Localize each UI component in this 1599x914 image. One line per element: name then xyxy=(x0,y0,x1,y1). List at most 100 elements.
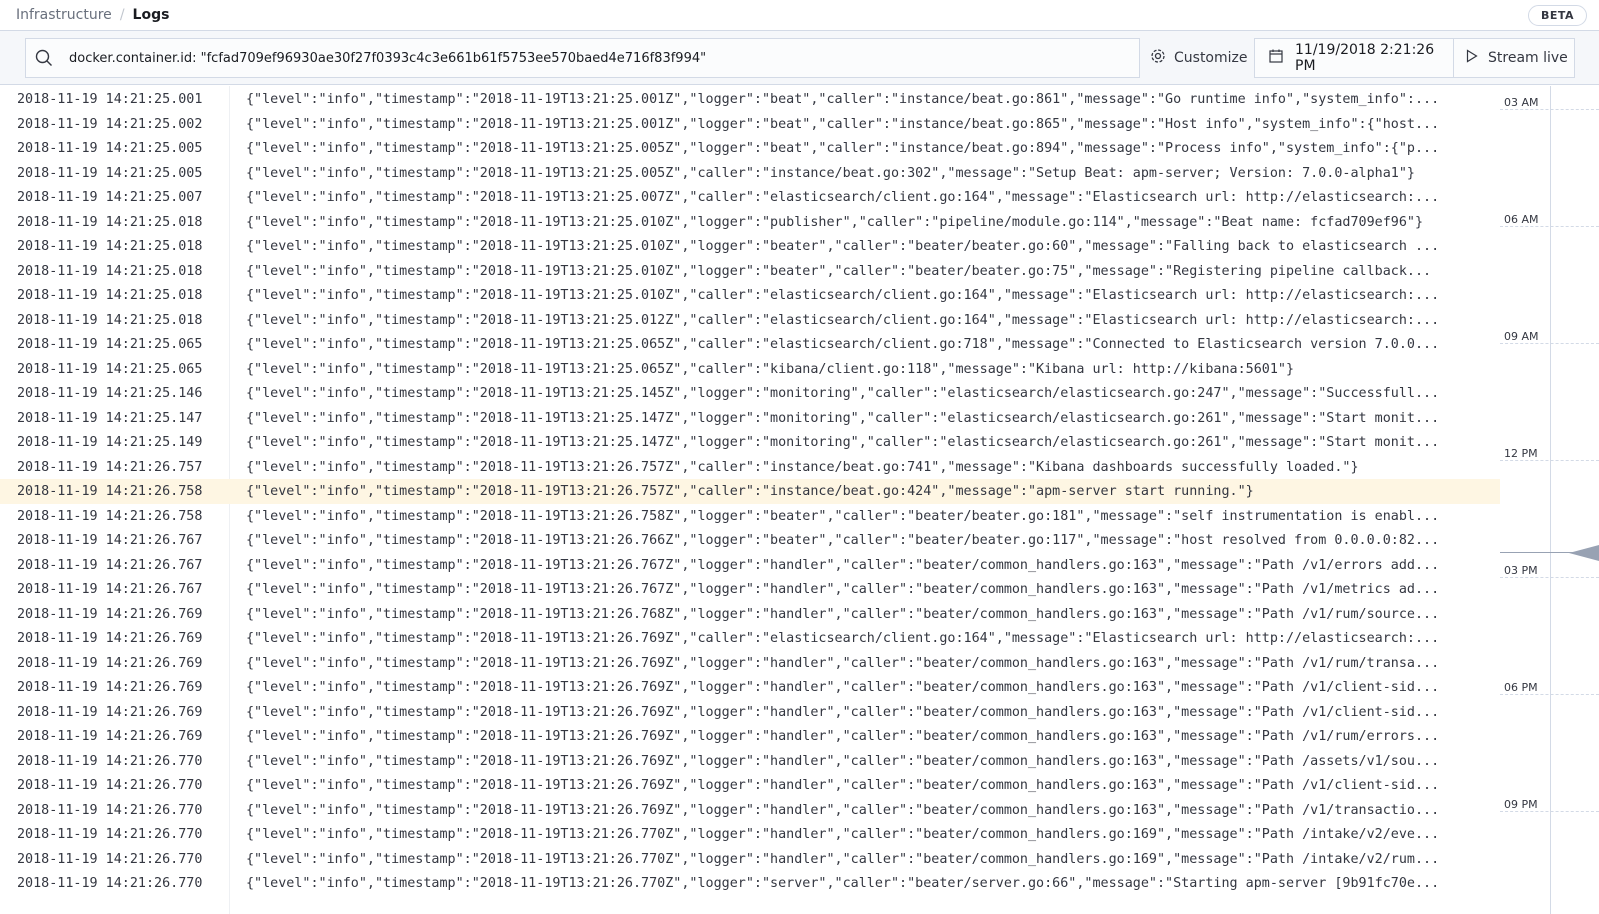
log-message: {"level":"info","timestamp":"2018-11-19T… xyxy=(246,533,1440,548)
log-timestamp: 2018-11-19 14:21:26.769 xyxy=(17,704,203,720)
log-row[interactable]: 2018-11-19 14:21:26.769 {"level":"info","… xyxy=(0,626,1500,651)
log-row[interactable]: 2018-11-19 14:21:25.065 {"level":"info","… xyxy=(0,357,1500,382)
log-row[interactable]: 2018-11-19 14:21:26.770 {"level":"info","… xyxy=(0,822,1500,847)
customize-button[interactable]: Customize xyxy=(1150,38,1248,78)
beta-badge: BETA xyxy=(1527,5,1587,26)
log-message: {"level":"info","timestamp":"2018-11-19T… xyxy=(246,876,1440,891)
date-picker[interactable]: 11/19/2018 2:21:26 PM xyxy=(1254,38,1454,78)
log-message: {"level":"info","timestamp":"2018-11-19T… xyxy=(246,753,1440,769)
log-row[interactable]: 2018-11-19 14:21:25.005 {"level":"info","… xyxy=(0,161,1500,186)
log-row[interactable]: 2018-11-19 14:21:25.002 {"level":"info","… xyxy=(0,112,1500,137)
log-row[interactable]: 2018-11-19 14:21:26.767 {"level":"info","… xyxy=(0,528,1500,553)
log-timestamp: 2018-11-19 14:21:26.769 xyxy=(17,680,203,695)
stream-live-label: Stream live xyxy=(1488,50,1568,66)
log-row-highlighted[interactable]: 2018-11-19 14:21:26.758 {"level":"info","… xyxy=(0,479,1500,504)
log-timestamp: 2018-11-19 14:21:25.149 xyxy=(17,435,203,450)
log-row[interactable]: 2018-11-19 14:21:25.018 {"level":"info","… xyxy=(0,259,1500,284)
log-timestamp: 2018-11-19 14:21:25.018 xyxy=(17,214,203,230)
log-row[interactable]: 2018-11-19 14:21:25.018 {"level":"info","… xyxy=(0,308,1500,333)
log-row[interactable]: 2018-11-19 14:21:26.770 {"level":"info","… xyxy=(0,871,1500,896)
log-message: {"level":"info","timestamp":"2018-11-19T… xyxy=(246,655,1440,671)
customize-label: Customize xyxy=(1174,50,1248,66)
log-timestamp: 2018-11-19 14:21:26.769 xyxy=(17,606,203,622)
log-message: {"level":"info","timestamp":"2018-11-19T… xyxy=(246,729,1440,744)
log-timestamp: 2018-11-19 14:21:26.770 xyxy=(17,876,203,891)
log-row[interactable]: 2018-11-19 14:21:26.757 {"level":"info","… xyxy=(0,455,1500,480)
log-timestamp: 2018-11-19 14:21:25.018 xyxy=(17,312,203,328)
log-row[interactable]: 2018-11-19 14:21:25.007 {"level":"info","… xyxy=(0,185,1500,210)
log-message: {"level":"info","timestamp":"2018-11-19T… xyxy=(246,778,1440,793)
minimap-axis xyxy=(1550,86,1551,914)
log-timestamp: 2018-11-19 14:21:26.770 xyxy=(17,851,203,867)
log-timestamp: 2018-11-19 14:21:25.065 xyxy=(17,361,203,377)
log-row[interactable]: 2018-11-19 14:21:26.767 {"level":"info","… xyxy=(0,553,1500,578)
log-row[interactable]: 2018-11-19 14:21:26.770 {"level":"info","… xyxy=(0,749,1500,774)
breadcrumb-infrastructure[interactable]: Infrastructure xyxy=(16,7,112,23)
log-row[interactable]: 2018-11-19 14:21:25.005 {"level":"info","… xyxy=(0,136,1500,161)
search-query-text: docker.container.id: "fcfad709ef96930ae3… xyxy=(69,50,707,66)
log-message: {"level":"info","timestamp":"2018-11-19T… xyxy=(246,141,1440,156)
log-message: {"level":"info","timestamp":"2018-11-19T… xyxy=(246,802,1440,818)
log-row[interactable]: 2018-11-19 14:21:25.018 {"level":"info","… xyxy=(0,234,1500,259)
log-row[interactable]: 2018-11-19 14:21:26.770 {"level":"info","… xyxy=(0,773,1500,798)
log-stream[interactable]: 2018-11-19 14:21:25.001 {"level":"info","… xyxy=(0,86,1500,914)
log-row[interactable]: 2018-11-19 14:21:26.769 {"level":"info","… xyxy=(0,602,1500,627)
log-timestamp: 2018-11-19 14:21:25.065 xyxy=(17,337,203,352)
log-timestamp: 2018-11-19 14:21:26.758 xyxy=(17,508,203,524)
log-row[interactable]: 2018-11-19 14:21:26.769 {"level":"info","… xyxy=(0,724,1500,749)
log-timestamp: 2018-11-19 14:21:25.007 xyxy=(17,190,203,205)
log-row[interactable]: 2018-11-19 14:21:25.065 {"level":"info","… xyxy=(0,332,1500,357)
log-timestamp: 2018-11-19 14:21:26.769 xyxy=(17,655,203,671)
play-icon xyxy=(1454,49,1488,67)
log-message: {"level":"info","timestamp":"2018-11-19T… xyxy=(246,337,1440,352)
breadcrumb-separator: / xyxy=(119,7,125,23)
minimap-tick-label: 12 PM xyxy=(1504,447,1538,460)
minimap-gridline xyxy=(1500,109,1599,110)
minimap-gridline xyxy=(1500,694,1599,695)
log-row[interactable]: 2018-11-19 14:21:25.146 {"level":"info","… xyxy=(0,381,1500,406)
log-timestamp: 2018-11-19 14:21:25.018 xyxy=(17,263,203,279)
log-timestamp: 2018-11-19 14:21:25.146 xyxy=(17,386,203,401)
log-row[interactable]: 2018-11-19 14:21:25.018 {"level":"info","… xyxy=(0,210,1500,235)
log-row[interactable]: 2018-11-19 14:21:25.149 {"level":"info","… xyxy=(0,430,1500,455)
breadcrumb-logs: Logs xyxy=(132,7,170,23)
log-row[interactable]: 2018-11-19 14:21:26.769 {"level":"info","… xyxy=(0,651,1500,676)
date-value: 11/19/2018 2:21:26 PM xyxy=(1295,42,1435,74)
log-message: {"level":"info","timestamp":"2018-11-19T… xyxy=(246,606,1440,622)
log-timestamp: 2018-11-19 14:21:26.767 xyxy=(17,533,203,548)
log-message: {"level":"info","timestamp":"2018-11-19T… xyxy=(246,459,1359,475)
log-row[interactable]: 2018-11-19 14:21:26.770 {"level":"info","… xyxy=(0,798,1500,823)
log-timestamp: 2018-11-19 14:21:26.767 xyxy=(17,557,203,573)
log-row[interactable]: 2018-11-19 14:21:25.001 {"level":"info","… xyxy=(0,87,1500,112)
log-row[interactable]: 2018-11-19 14:21:26.769 {"level":"info","… xyxy=(0,700,1500,725)
minimap-gridline xyxy=(1500,811,1599,812)
log-row[interactable]: 2018-11-19 14:21:25.147 {"level":"info","… xyxy=(0,406,1500,431)
log-minimap[interactable]: 03 AM 06 AM 09 AM 12 PM 03 PM 06 PM 09 PM xyxy=(1500,86,1599,914)
minimap-tick-label: 03 AM xyxy=(1504,96,1539,109)
log-timestamp: 2018-11-19 14:21:26.770 xyxy=(17,778,203,793)
log-timestamp: 2018-11-19 14:21:25.018 xyxy=(17,239,203,254)
log-timestamp: 2018-11-19 14:21:25.002 xyxy=(17,116,203,132)
log-message: {"level":"info","timestamp":"2018-11-19T… xyxy=(246,288,1440,303)
log-message: {"level":"info","timestamp":"2018-11-19T… xyxy=(246,508,1440,524)
calendar-icon xyxy=(1255,49,1295,67)
minimap-gridline xyxy=(1500,577,1599,578)
log-timestamp: 2018-11-19 14:21:25.018 xyxy=(17,288,203,303)
log-message: {"level":"info","timestamp":"2018-11-19T… xyxy=(246,263,1432,279)
log-row[interactable]: 2018-11-19 14:21:26.770 {"level":"info","… xyxy=(0,847,1500,872)
log-message: {"level":"info","timestamp":"2018-11-19T… xyxy=(246,631,1440,646)
search-input[interactable]: docker.container.id: "fcfad709ef96930ae3… xyxy=(25,38,1140,78)
gear-icon xyxy=(1150,48,1174,68)
log-message: {"level":"info","timestamp":"2018-11-19T… xyxy=(246,214,1424,230)
log-timestamp: 2018-11-19 14:21:25.001 xyxy=(17,92,203,107)
log-row[interactable]: 2018-11-19 14:21:26.769 {"level":"info","… xyxy=(0,675,1500,700)
search-icon xyxy=(35,49,69,67)
log-row[interactable]: 2018-11-19 14:21:25.018 {"level":"info","… xyxy=(0,283,1500,308)
log-row[interactable]: 2018-11-19 14:21:26.767 {"level":"info","… xyxy=(0,577,1500,602)
minimap-tick-label: 06 AM xyxy=(1504,213,1539,226)
log-timestamp: 2018-11-19 14:21:25.005 xyxy=(17,141,203,156)
minimap-position-handle[interactable] xyxy=(1569,545,1599,561)
stream-live-button[interactable]: Stream live xyxy=(1454,38,1575,78)
log-timestamp: 2018-11-19 14:21:26.757 xyxy=(17,459,203,475)
log-row[interactable]: 2018-11-19 14:21:26.758 {"level":"info","… xyxy=(0,504,1500,529)
